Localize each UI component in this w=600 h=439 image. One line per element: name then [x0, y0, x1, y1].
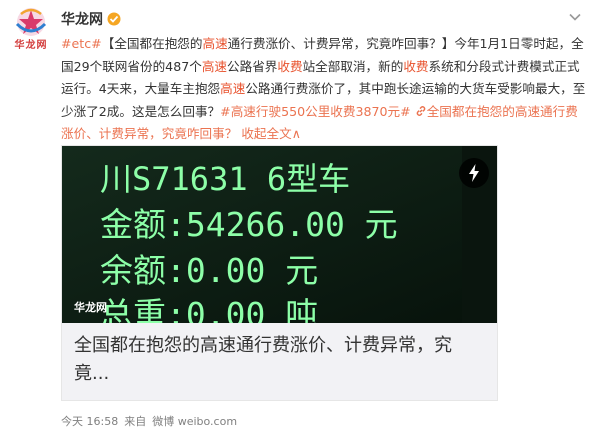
- collapse-arrow-icon: ∧: [291, 126, 301, 141]
- post-meta: 今天 16:58 来自 微博 weibo.com: [61, 413, 237, 429]
- author-name[interactable]: 华龙网: [61, 9, 103, 29]
- hashtag-link[interactable]: #高速行驶550公里收费3870元#: [220, 104, 411, 119]
- link-icon: [416, 105, 425, 116]
- avatar[interactable]: 华龙网: [7, 4, 55, 52]
- card-title[interactable]: 全国都在抱怨的高速通行费涨价、计费异常，究竟...: [74, 332, 486, 388]
- highlight-keyword: 高速: [202, 36, 228, 51]
- post-text: #etc#【全国都在抱怨的高速通行费涨价、计费异常，究竟咋回事？】今年1月1日零…: [61, 33, 589, 146]
- highlight-keyword: 收费: [403, 58, 429, 74]
- post-text-segment: 【全国都在抱怨的: [101, 36, 203, 51]
- post-time[interactable]: 今天 16:58: [61, 413, 118, 429]
- topic-tag-link[interactable]: #etc#: [61, 36, 102, 51]
- post-text-segment: 站全部取消，新的: [302, 58, 404, 74]
- highlight-keyword: 高速: [201, 58, 228, 74]
- lightning-icon[interactable]: [459, 158, 489, 188]
- highlight-keyword: 收费: [277, 58, 303, 74]
- avatar-label: 华龙网: [14, 40, 48, 51]
- collapse-label: 收起全文: [241, 126, 292, 141]
- card-image[interactable]: 川S71631 6型车 金额:54266.00 元 余额:0.00 元 总重:0…: [62, 146, 497, 323]
- highlight-keyword: 高速: [220, 81, 246, 96]
- collapse-full-text-link[interactable]: 收起全文∧: [241, 126, 301, 141]
- author-row: 华龙网: [61, 10, 121, 28]
- image-watermark: 华龙网: [74, 301, 107, 314]
- led-display-image: 川S71631 6型车 金额:54266.00 元 余额:0.00 元 总重:0…: [62, 146, 497, 323]
- verified-badge-icon: [107, 12, 121, 26]
- led-line-1: 川S71631 6型车: [100, 160, 350, 198]
- led-line-3: 余额:0.00 元: [100, 251, 318, 290]
- chevron-down-icon[interactable]: [568, 10, 582, 24]
- led-line-4: 总重:0.00 吨: [100, 295, 318, 323]
- article-card[interactable]: 川S71631 6型车 金额:54266.00 元 余额:0.00 元 总重:0…: [61, 145, 498, 401]
- source-link[interactable]: 微博 weibo.com: [152, 413, 237, 429]
- source-prefix: 来自: [124, 415, 147, 428]
- led-line-2: 金额:54266.00 元: [100, 205, 398, 244]
- post-text-segment: 公路省界: [227, 58, 278, 74]
